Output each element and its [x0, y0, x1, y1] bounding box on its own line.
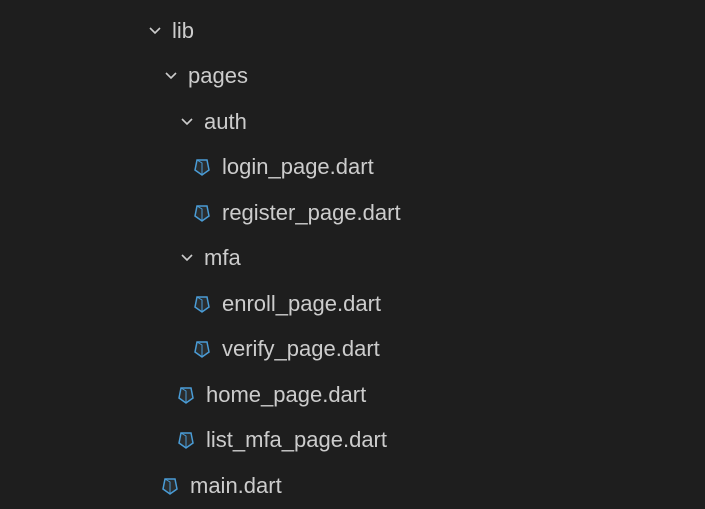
file-register-page[interactable]: register_page.dart: [0, 190, 705, 236]
file-home-page[interactable]: home_page.dart: [0, 372, 705, 418]
chevron-down-icon: [176, 111, 198, 133]
folder-pages[interactable]: pages: [0, 54, 705, 100]
folder-label: mfa: [204, 245, 241, 271]
chevron-down-icon: [176, 247, 198, 269]
file-label: login_page.dart: [222, 154, 374, 180]
dart-file-icon: [192, 203, 212, 223]
dart-file-icon: [192, 339, 212, 359]
file-login-page[interactable]: login_page.dart: [0, 145, 705, 191]
chevron-down-icon: [144, 20, 166, 42]
dart-file-icon: [192, 157, 212, 177]
file-list-mfa-page[interactable]: list_mfa_page.dart: [0, 418, 705, 464]
folder-label: lib: [172, 18, 194, 44]
file-label: main.dart: [190, 473, 282, 499]
file-verify-page[interactable]: verify_page.dart: [0, 327, 705, 373]
chevron-down-icon: [160, 65, 182, 87]
folder-label: auth: [204, 109, 247, 135]
file-main[interactable]: main.dart: [0, 463, 705, 509]
folder-label: pages: [188, 63, 248, 89]
dart-file-icon: [176, 430, 196, 450]
dart-file-icon: [192, 294, 212, 314]
folder-mfa[interactable]: mfa: [0, 236, 705, 282]
file-label: home_page.dart: [206, 382, 366, 408]
dart-file-icon: [176, 385, 196, 405]
folder-lib[interactable]: lib: [0, 8, 705, 54]
file-tree: lib pages auth login_page.dart register_…: [0, 8, 705, 509]
dart-file-icon: [160, 476, 180, 496]
file-label: verify_page.dart: [222, 336, 380, 362]
file-enroll-page[interactable]: enroll_page.dart: [0, 281, 705, 327]
folder-auth[interactable]: auth: [0, 99, 705, 145]
file-label: register_page.dart: [222, 200, 401, 226]
file-label: enroll_page.dart: [222, 291, 381, 317]
file-label: list_mfa_page.dart: [206, 427, 387, 453]
